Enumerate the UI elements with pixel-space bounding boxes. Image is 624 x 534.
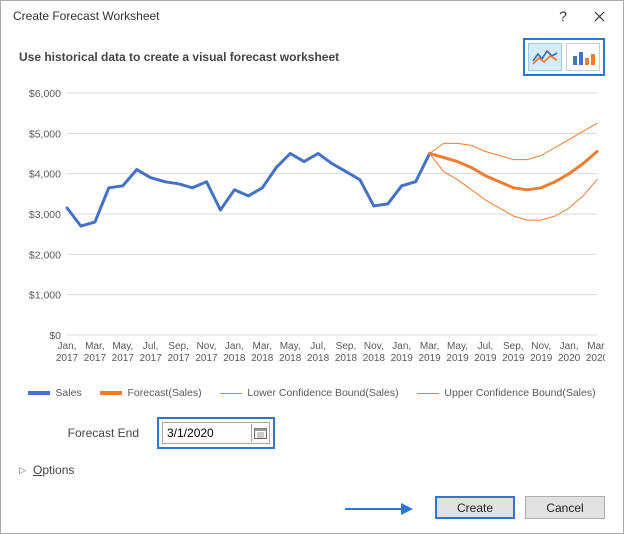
svg-text:Jul,: Jul,: [143, 341, 159, 352]
create-forecast-dialog: Create Forecast Worksheet ? Use historic…: [0, 0, 624, 534]
svg-text:2019: 2019: [446, 353, 469, 364]
legend-sales: Sales: [28, 387, 81, 399]
legend-forecast-label: Forecast(Sales): [127, 387, 201, 399]
svg-text:Nov,: Nov,: [364, 341, 384, 352]
svg-text:Mar,: Mar,: [420, 341, 439, 352]
svg-text:2017: 2017: [195, 353, 218, 364]
svg-text:Jan,: Jan,: [560, 341, 579, 352]
svg-text:2017: 2017: [56, 353, 79, 364]
svg-text:2019: 2019: [391, 353, 414, 364]
svg-text:Jan,: Jan,: [392, 341, 411, 352]
dialog-title: Create Forecast Worksheet: [13, 9, 545, 23]
close-icon: [594, 11, 605, 22]
create-button[interactable]: Create: [435, 496, 515, 519]
svg-text:May,: May,: [112, 341, 133, 352]
forecast-end-row: Forecast End: [19, 417, 605, 449]
svg-text:Jul,: Jul,: [310, 341, 326, 352]
svg-text:$5,000: $5,000: [29, 128, 61, 140]
legend-upper: Upper Confidence Bound(Sales): [417, 387, 595, 399]
svg-text:2017: 2017: [167, 353, 190, 364]
legend-lower: Lower Confidence Bound(Sales): [220, 387, 398, 399]
calendar-icon: [254, 427, 267, 439]
close-button[interactable]: [581, 2, 617, 30]
dialog-subtitle: Use historical data to create a visual f…: [19, 50, 523, 64]
svg-text:$3,000: $3,000: [29, 209, 61, 221]
forecast-end-datepicker-button[interactable]: [251, 424, 269, 442]
svg-text:2018: 2018: [223, 353, 246, 364]
svg-text:2018: 2018: [251, 353, 274, 364]
column-chart-icon: [570, 48, 596, 66]
svg-text:$4,000: $4,000: [29, 169, 61, 181]
forecast-end-label: Forecast End: [19, 426, 139, 440]
svg-text:May,: May,: [447, 341, 468, 352]
svg-text:$6,000: $6,000: [29, 88, 61, 100]
svg-text:2018: 2018: [363, 353, 386, 364]
svg-text:Sep,: Sep,: [168, 341, 189, 352]
svg-text:2017: 2017: [112, 353, 135, 364]
svg-text:Mar,: Mar,: [587, 341, 605, 352]
svg-text:Jan,: Jan,: [225, 341, 244, 352]
svg-text:2017: 2017: [84, 353, 107, 364]
svg-text:Mar,: Mar,: [85, 341, 104, 352]
forecast-chart: $0$1,000$2,000$3,000$4,000$5,000$6,000Ja…: [19, 83, 605, 383]
chart-svg: $0$1,000$2,000$3,000$4,000$5,000$6,000Ja…: [19, 83, 605, 383]
svg-text:May,: May,: [280, 341, 301, 352]
svg-text:2017: 2017: [140, 353, 163, 364]
annotation-arrow: [343, 499, 413, 519]
svg-text:2020: 2020: [558, 353, 581, 364]
legend-sales-label: Sales: [55, 387, 81, 399]
svg-text:2019: 2019: [502, 353, 525, 364]
forecast-end-field: [162, 422, 270, 444]
svg-text:2018: 2018: [279, 353, 302, 364]
line-chart-icon: [532, 48, 558, 66]
svg-text:Mar,: Mar,: [253, 341, 272, 352]
svg-text:Sep,: Sep,: [503, 341, 524, 352]
titlebar: Create Forecast Worksheet ?: [1, 1, 623, 31]
svg-text:2018: 2018: [335, 353, 358, 364]
dialog-buttons: Create Cancel: [435, 496, 605, 519]
chart-type-selector: [523, 38, 605, 76]
options-expander[interactable]: ▷ Options: [19, 463, 605, 477]
cancel-button[interactable]: Cancel: [525, 496, 605, 519]
dialog-body: Use historical data to create a visual f…: [1, 31, 623, 533]
legend-upper-label: Upper Confidence Bound(Sales): [444, 387, 595, 399]
column-chart-type-button[interactable]: [566, 43, 600, 71]
svg-text:Jul,: Jul,: [478, 341, 494, 352]
line-chart-type-button[interactable]: [528, 43, 562, 71]
legend-lower-label: Lower Confidence Bound(Sales): [247, 387, 398, 399]
forecast-end-highlight: [157, 417, 275, 449]
options-label: Options: [33, 463, 74, 477]
instruction-row: Use historical data to create a visual f…: [19, 39, 605, 75]
legend-forecast: Forecast(Sales): [100, 387, 201, 399]
svg-text:2019: 2019: [474, 353, 497, 364]
svg-text:2019: 2019: [530, 353, 553, 364]
svg-text:Nov,: Nov,: [531, 341, 551, 352]
svg-text:2020: 2020: [586, 353, 605, 364]
svg-text:$1,000: $1,000: [29, 290, 61, 302]
svg-text:2019: 2019: [419, 353, 442, 364]
chevron-right-icon: ▷: [19, 465, 29, 476]
svg-text:Nov,: Nov,: [197, 341, 217, 352]
svg-text:$2,000: $2,000: [29, 249, 61, 261]
svg-text:Sep,: Sep,: [336, 341, 357, 352]
svg-text:Jan,: Jan,: [58, 341, 77, 352]
chart-legend: Sales Forecast(Sales) Lower Confidence B…: [19, 387, 605, 399]
svg-text:2018: 2018: [307, 353, 330, 364]
forecast-end-input[interactable]: [163, 424, 251, 442]
help-button[interactable]: ?: [545, 2, 581, 30]
